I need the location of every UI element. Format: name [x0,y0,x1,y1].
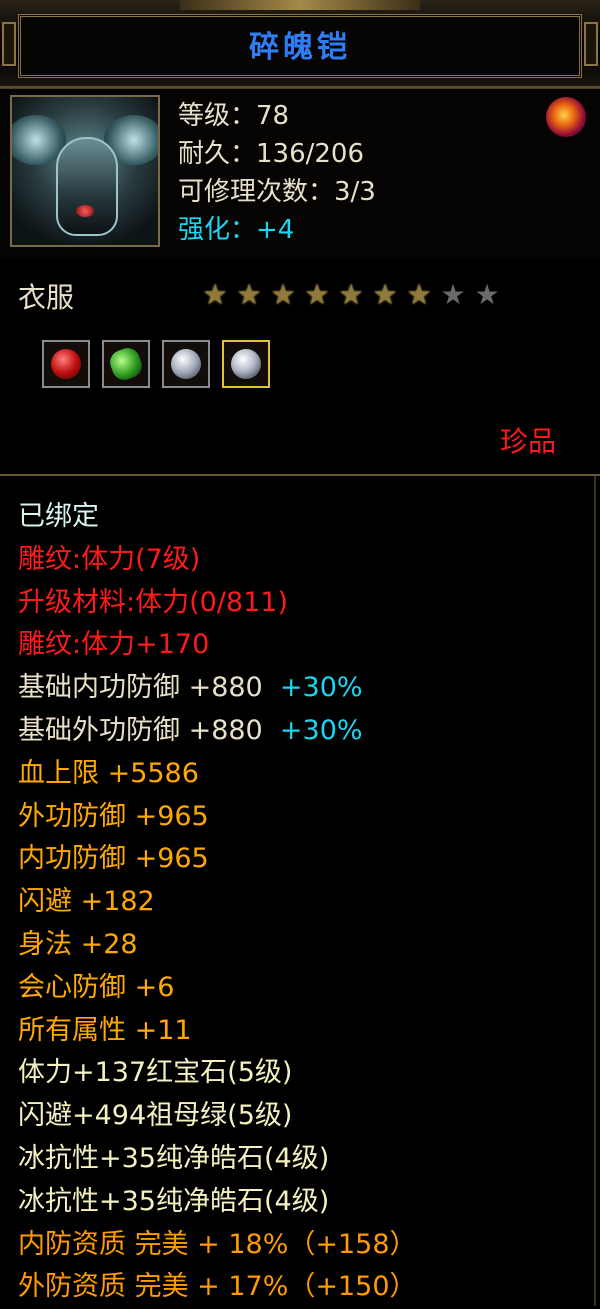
all-attr-line: 所有属性 +11 [18,1014,192,1046]
gem-line-1: 体力+137红宝石(5级) [18,1057,293,1089]
title-bar: 碎魄铠 [0,0,600,88]
fire-emblem-icon [546,97,586,137]
star-filled-icon: ★ [236,278,262,311]
dodge-line: 闪避 +182 [18,886,155,918]
socket-1[interactable] [42,340,90,388]
star-empty-icon: ★ [440,278,466,311]
gem-line-2: 闪避+494祖母绿(5级) [18,1100,293,1132]
diamond-gem-icon [231,349,261,379]
diamond-gem-icon [171,349,201,379]
socket-4[interactable] [222,340,270,388]
hp-line: 血上限 +5586 [18,757,199,789]
star-filled-icon: ★ [270,278,296,311]
gem-sockets [42,340,270,388]
gem-line-3: 冰抗性+35纯净皓石(4级) [18,1142,330,1174]
carving-line: 雕纹:体力(7级) [18,543,201,575]
item-level: 等级：78 [178,101,290,131]
item-type: 衣服 [18,281,75,314]
rarity-label: 珍品 [499,425,556,458]
agility-line: 身法 +28 [18,928,138,960]
carving-bonus-line: 雕纹:体力+170 [18,629,210,661]
star-filled-icon: ★ [372,278,398,311]
quality-external-line: 外防资质 完美 + 17%（+150） [18,1271,417,1303]
item-repair-count: 可修理次数：3/3 [178,177,376,207]
socket-3[interactable] [162,340,210,388]
star-filled-icon: ★ [406,278,432,311]
armor-portrait-icon [10,95,160,247]
star-filled-icon: ★ [338,278,364,311]
upgrade-material-line: 升级材料:体力(0/811) [18,586,288,618]
emerald-gem-icon [106,344,146,384]
socket-2[interactable] [102,340,150,388]
item-name: 碎魄铠 [249,30,351,65]
item-header: 等级：78 耐久：136/206 可修理次数：3/3 强化：+4 [0,88,600,260]
star-rating: ★ ★ ★ ★ ★ ★ ★ ★ ★ [200,280,502,310]
internal-def-line: 内功防御 +965 [18,843,209,875]
item-basic-stats: 等级：78 耐久：136/206 可修理次数：3/3 强化：+4 [178,97,376,249]
item-type-section: 衣服 ★ ★ ★ ★ ★ ★ ★ ★ ★ 珍品 [0,258,600,468]
external-def-line: 外功防御 +965 [18,800,209,832]
title-ornament [180,0,420,10]
item-enhance: 强化：+4 [178,215,295,245]
item-durability: 耐久：136/206 [178,139,365,169]
ruby-gem-icon [51,349,81,379]
base-external-def-line: 基础外功防御 +880 +30% [18,714,363,746]
star-filled-icon: ★ [202,278,228,311]
gem-line-4: 冰抗性+35纯净皓石(4级) [18,1185,330,1217]
attribute-panel: 已绑定 雕纹:体力(7级) 升级材料:体力(0/811) 雕纹:体力+170 基… [0,474,600,1306]
crit-def-line: 会心防御 +6 [18,971,175,1003]
quality-internal-line: 内防资质 完美 + 18%（+158） [18,1228,417,1260]
star-empty-icon: ★ [474,278,500,311]
star-filled-icon: ★ [304,278,330,311]
bound-status: 已绑定 [18,501,99,532]
base-internal-def-line: 基础内功防御 +880 +30% [18,672,363,704]
